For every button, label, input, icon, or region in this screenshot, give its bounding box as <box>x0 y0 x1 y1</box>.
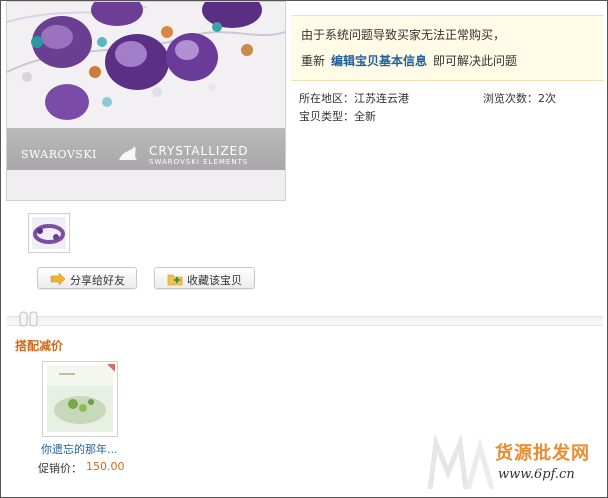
bundle-discount-title: 搭配减价 <box>15 339 64 353</box>
favorite-button-label: 收藏该宝贝 <box>187 275 242 287</box>
watermark-url: www.6pf.cn <box>498 467 575 482</box>
bracelet-photo <box>7 2 285 128</box>
product-main-image[interactable]: SWAROVSKI CRYSTALLIZED SWAROVSKI ELEMENT… <box>6 1 286 201</box>
thumbnail-image <box>32 217 66 249</box>
folder-add-icon <box>167 274 183 286</box>
brand-elements-text: SWAROVSKI ELEMENTS <box>149 158 249 166</box>
brand-swarovski-text: SWAROVSKI <box>21 148 97 161</box>
notice-message: 由于系统问题导致买家无法正常购买， <box>301 28 506 42</box>
item-type-info: 宝贝类型：全新 <box>299 110 376 123</box>
notice-prefix: 重新 <box>301 54 326 68</box>
watermark-logo-icon <box>427 433 495 490</box>
location-info: 所在地区：江苏连云港 <box>299 92 409 105</box>
watermark-site-name: 货源批发网 <box>495 443 590 464</box>
view-count-info: 浏览次数：2次 <box>483 92 556 105</box>
brand-crystallized-text: CRYSTALLIZED <box>149 144 249 158</box>
page-frame: SWAROVSKI CRYSTALLIZED SWAROVSKI ELEMENT… <box>0 0 608 498</box>
section-divider <box>7 316 603 326</box>
brand-banner: SWAROVSKI CRYSTALLIZED SWAROVSKI ELEMENT… <box>7 128 285 170</box>
tag-corner-icon <box>107 364 115 372</box>
promo-price-label: 促销价： <box>38 462 82 475</box>
favorite-item-button[interactable]: 收藏该宝贝 <box>154 267 255 289</box>
promo-price-value: 150.00 <box>86 460 125 473</box>
notice-action-line: 重新 编辑宝贝基本信息 即可解决此问题 <box>301 52 517 69</box>
product-thumbnail[interactable] <box>28 213 70 253</box>
share-to-friend-button[interactable]: 分享给好友 <box>37 267 137 289</box>
bundle-item-name-link[interactable]: 你遗忘的那年... <box>41 441 118 457</box>
system-notice: 由于系统问题导致买家无法正常购买， 重新 编辑宝贝基本信息 即可解决此问题 <box>291 15 604 81</box>
swan-logo-icon <box>119 146 137 160</box>
notice-suffix: 即可解决此问题 <box>433 54 518 68</box>
bundle-item-image <box>47 366 113 432</box>
share-button-label: 分享给好友 <box>70 275 125 287</box>
collapse-handle-icon[interactable] <box>19 310 39 328</box>
edit-item-info-link[interactable]: 编辑宝贝基本信息 <box>331 54 427 68</box>
bundle-item-card[interactable] <box>42 361 118 437</box>
share-icon <box>50 272 66 286</box>
